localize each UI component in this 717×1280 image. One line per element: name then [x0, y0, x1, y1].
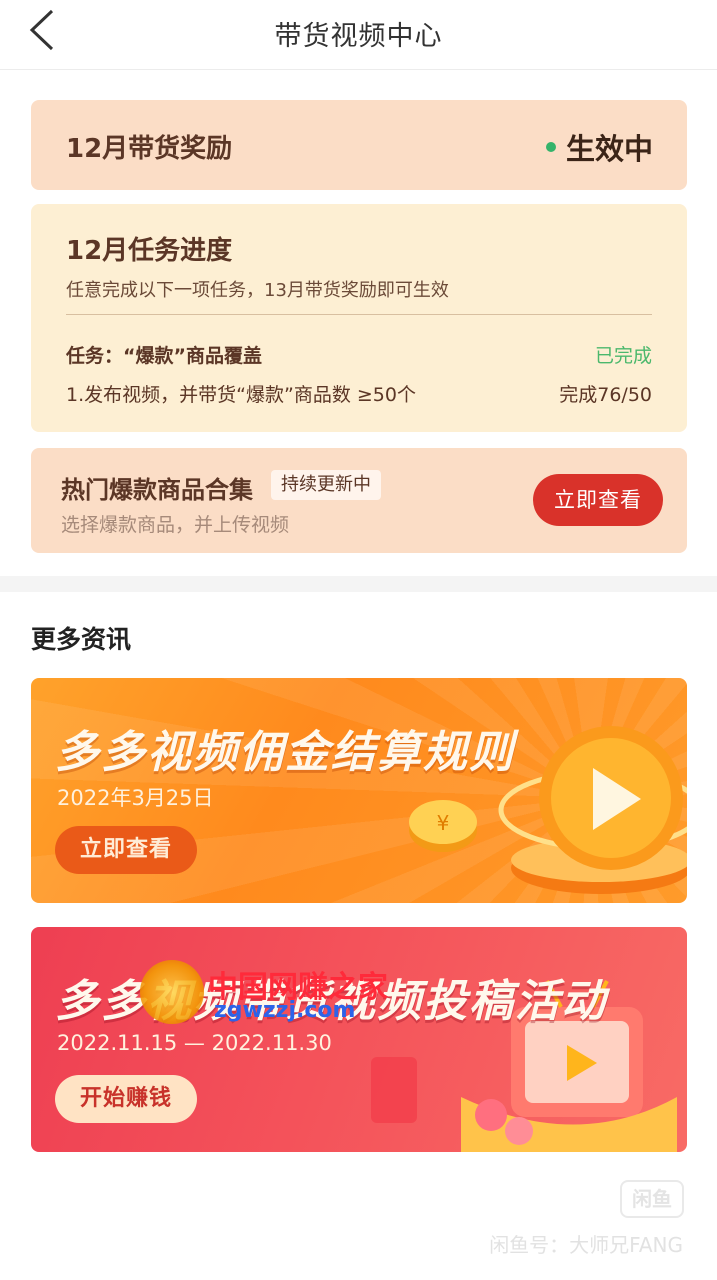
banner-title: 多多视频佣金结算规则	[55, 727, 515, 778]
update-tag: 持续更新中	[271, 470, 381, 500]
status-label: 生效中	[565, 132, 653, 166]
site-watermark: 中国网赚之家 zgwzzj.com	[140, 958, 388, 1028]
watermark-logo-icon	[140, 960, 204, 1024]
hot-products-subtitle: 选择爆款商品，并上传视频	[61, 514, 290, 536]
banner-start-earning-button[interactable]: 开始赚钱	[55, 1075, 197, 1123]
task-status: 已完成	[594, 345, 652, 367]
task-progress: 完成76/50	[559, 384, 652, 406]
hot-products-title: 热门爆款商品合集	[61, 476, 253, 504]
task-progress-card: 12月任务进度 任意完成以下一项任务，13月带货奖励即可生效 任务：“爆款”商品…	[31, 204, 687, 432]
divider	[66, 314, 652, 315]
banner-date: 2022.11.15 — 2022.11.30	[57, 1031, 332, 1055]
page-title: 带货视频中心	[274, 21, 443, 52]
banner-commission-rules[interactable]: ¥ 多多视频佣金结算规则 2022年3月25日 立即查看	[31, 678, 687, 903]
view-now-button[interactable]: 立即查看	[533, 474, 663, 526]
task-card-title: 12月任务进度	[66, 236, 233, 266]
banner-date: 2022年3月25日	[57, 786, 214, 810]
task-description: 1.发布视频，并带货“爆款”商品数 ≥50个	[66, 384, 416, 406]
xianyu-watermark-text: 闲鱼号：大师兄FANG	[489, 1233, 683, 1257]
nav-bar: 带货视频中心	[0, 0, 717, 70]
hot-products-card[interactable]: 热门爆款商品合集 持续更新中 选择爆款商品，并上传视频 立即查看	[31, 448, 687, 553]
task-name: 任务：“爆款”商品覆盖	[66, 345, 262, 367]
watermark-domain: zgwzzj.com	[214, 998, 356, 1023]
section-divider	[0, 576, 717, 592]
more-info-title: 更多资讯	[31, 625, 132, 654]
reward-title: 12月带货奖励	[66, 134, 233, 164]
banner-view-button[interactable]: 立即查看	[55, 826, 197, 874]
status-dot-icon	[545, 142, 556, 152]
status-badge: 生效中	[545, 126, 653, 168]
xianyu-logo-icon: 闲鱼	[620, 1180, 684, 1218]
task-card-subtitle: 任意完成以下一项任务，13月带货奖励即可生效	[66, 280, 449, 301]
reward-card[interactable]: 12月带货奖励 生效中	[31, 100, 687, 190]
svg-text:¥: ¥	[437, 811, 450, 835]
